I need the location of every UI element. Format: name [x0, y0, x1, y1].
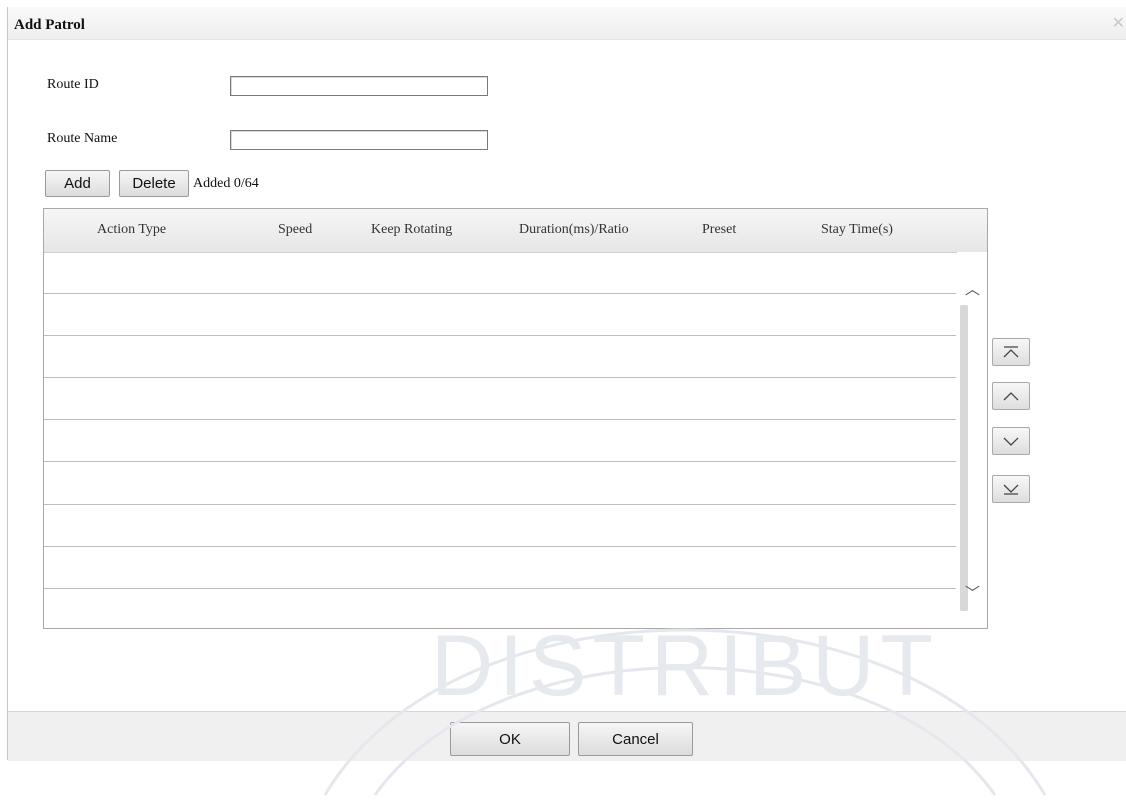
table-row[interactable] [44, 461, 956, 462]
scrollbar-thumb[interactable] [960, 305, 968, 611]
table-scrollbar[interactable]: ︿ ﹀ [957, 252, 987, 628]
route-name-input[interactable] [230, 130, 488, 150]
scroll-up-icon[interactable]: ︿ [965, 278, 980, 299]
column-action-type[interactable]: Action Type [97, 222, 166, 238]
patrol-action-table: Action Type Speed Keep Rotating Duration… [43, 208, 988, 629]
close-icon[interactable]: ✕ [1112, 13, 1125, 32]
move-up-button[interactable] [992, 382, 1030, 410]
column-speed[interactable]: Speed [278, 222, 312, 238]
column-keep-rotating[interactable]: Keep Rotating [371, 222, 452, 238]
move-down-icon [1003, 437, 1019, 446]
cancel-button[interactable]: Cancel [578, 722, 693, 756]
add-button[interactable]: Add [45, 170, 110, 197]
move-bottom-button[interactable] [992, 475, 1030, 503]
table-row[interactable] [44, 335, 956, 336]
dialog-title: Add Patrol [14, 17, 85, 33]
move-down-button[interactable] [992, 427, 1030, 455]
table-row[interactable] [44, 588, 956, 589]
move-up-icon [1003, 392, 1019, 401]
column-stay-time[interactable]: Stay Time(s) [821, 222, 893, 238]
move-top-button[interactable] [992, 338, 1030, 366]
table-row[interactable] [44, 546, 956, 547]
delete-button[interactable]: Delete [119, 170, 189, 197]
table-header: Action Type Speed Keep Rotating Duration… [44, 209, 987, 253]
route-name-label: Route Name [47, 131, 118, 146]
move-top-icon [1003, 346, 1019, 358]
table-row[interactable] [44, 504, 956, 505]
table-row[interactable] [44, 377, 956, 378]
route-id-label: Route ID [47, 77, 99, 92]
route-id-input[interactable] [230, 76, 488, 96]
scroll-down-icon[interactable]: ﹀ [965, 582, 980, 603]
column-duration-ratio[interactable]: Duration(ms)/Ratio [519, 222, 629, 238]
column-preset[interactable]: Preset [702, 222, 736, 238]
ok-button[interactable]: OK [450, 722, 570, 756]
move-bottom-icon [1003, 484, 1019, 495]
dialog-titlebar: Add Patrol ✕ [8, 7, 1126, 40]
table-row[interactable] [44, 293, 956, 294]
added-count-status: Added 0/64 [193, 176, 259, 191]
table-row[interactable] [44, 419, 956, 420]
